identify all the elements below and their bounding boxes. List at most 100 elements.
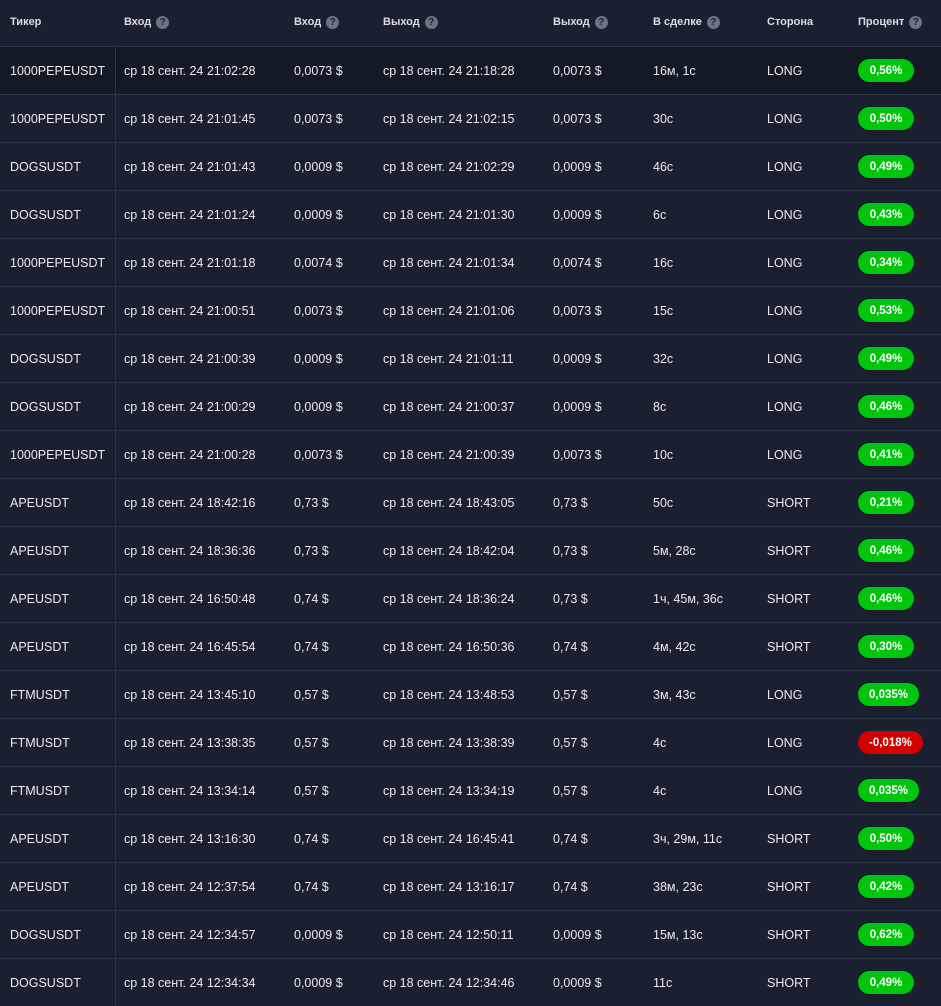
ticker-cell: DOGSUSDT (10, 159, 81, 174)
percent-badge: 0,46% (858, 539, 914, 562)
header-label: В сделке (653, 16, 702, 28)
ticker-cell: APEUSDT (10, 495, 70, 510)
side-cell: SHORT (767, 927, 811, 942)
exit-time-cell: ср 18 сент. 24 18:42:04 (383, 543, 515, 558)
entry-time-cell: ср 18 сент. 24 21:00:28 (124, 447, 256, 462)
percent-cell: 0,34% (858, 239, 914, 286)
duration-cell: 1ч, 45м, 36с (653, 591, 724, 606)
duration-cell: 46с (653, 159, 674, 174)
table-row[interactable]: APEUSDT ср 18 сент. 24 18:36:36 0,73 $ ср 1… (0, 527, 941, 575)
column-divider (115, 47, 116, 1006)
percent-badge: 0,46% (858, 395, 914, 418)
percent-cell: 0,46% (858, 383, 914, 430)
duration-cell: 4м, 42с (653, 639, 696, 654)
table-row[interactable]: DOGSUSDT ср 18 сент. 24 21:00:39 0,0009 $ с… (0, 335, 941, 383)
exit-price-cell: 0,74 $ (553, 831, 588, 846)
table-row[interactable]: DOGSUSDT ср 18 сент. 24 12:34:34 0,0009 $ с… (0, 959, 941, 1006)
table-row[interactable]: APEUSDT ср 18 сент. 24 12:37:54 0,74 $ ср 1… (0, 863, 941, 911)
table-row[interactable]: APEUSDT ср 18 сент. 24 16:45:54 0,74 $ ср 1… (0, 623, 941, 671)
header-label: Выход (553, 16, 590, 28)
table-row[interactable]: FTMUSDT ср 18 сент. 24 13:34:14 0,57 $ ср 1… (0, 767, 941, 815)
percent-badge: -0,018% (858, 731, 923, 754)
table-row[interactable]: 1000PEPEUSDT ср 18 сент. 24 21:01:18 0,007… (0, 239, 941, 287)
percent-cell: 0,21% (858, 479, 914, 526)
help-icon[interactable]: ? (424, 15, 438, 29)
table-row[interactable]: 1000PEPEUSDT ср 18 сент. 24 21:02:28 0,007… (0, 47, 941, 95)
table-row[interactable]: FTMUSDT ср 18 сент. 24 13:38:35 0,57 $ ср 1… (0, 719, 941, 767)
duration-cell: 11с (653, 975, 673, 990)
header-side[interactable]: Сторона (767, 0, 813, 44)
ticker-cell: APEUSDT (10, 879, 70, 894)
help-icon[interactable]: ? (706, 15, 720, 29)
exit-price-cell: 0,57 $ (553, 735, 588, 750)
percent-badge: 0,21% (858, 491, 914, 514)
header-exit-time[interactable]: Выход? (383, 0, 438, 44)
percent-badge: 0,43% (858, 203, 914, 226)
ticker-cell: DOGSUSDT (10, 975, 81, 990)
exit-time-cell: ср 18 сент. 24 21:02:29 (383, 159, 515, 174)
ticker-cell: APEUSDT (10, 639, 70, 654)
table-row[interactable]: APEUSDT ср 18 сент. 24 18:42:16 0,73 $ ср 1… (0, 479, 941, 527)
percent-cell: 0,56% (858, 47, 914, 94)
exit-price-cell: 0,0073 $ (553, 303, 602, 318)
entry-time-cell: ср 18 сент. 24 13:34:14 (124, 783, 256, 798)
duration-cell: 50с (653, 495, 674, 510)
side-cell: SHORT (767, 591, 811, 606)
header-entry-time[interactable]: Вход? (124, 0, 170, 44)
help-icon[interactable]: ? (909, 15, 923, 29)
exit-time-cell: ср 18 сент. 24 12:34:46 (383, 975, 515, 990)
help-icon[interactable]: ? (594, 15, 608, 29)
table-row[interactable]: DOGSUSDT ср 18 сент. 24 12:34:57 0,0009 $ с… (0, 911, 941, 959)
percent-badge: 0,53% (858, 299, 914, 322)
entry-time-cell: ср 18 сент. 24 16:50:48 (124, 591, 256, 606)
entry-time-cell: ср 18 сент. 24 21:01:24 (124, 207, 256, 222)
exit-time-cell: ср 18 сент. 24 21:02:15 (383, 111, 515, 126)
ticker-cell: 1000PEPEUSDT (10, 303, 106, 318)
ticker-cell: 1000PEPEUSDT (10, 111, 106, 126)
exit-time-cell: ср 18 сент. 24 21:01:34 (383, 255, 515, 270)
entry-time-cell: ср 18 сент. 24 13:38:35 (124, 735, 256, 750)
exit-price-cell: 0,0009 $ (553, 975, 602, 990)
side-cell: LONG (767, 303, 803, 318)
entry-price-cell: 0,0009 $ (294, 351, 343, 366)
table-row[interactable]: APEUSDT ср 18 сент. 24 13:16:30 0,74 $ ср 1… (0, 815, 941, 863)
trades-table: Тикер Вход? Вход? Выход? Выход? В сделке… (0, 0, 941, 1006)
table-row[interactable]: DOGSUSDT ср 18 сент. 24 21:01:43 0,0009 $ с… (0, 143, 941, 191)
help-icon[interactable]: ? (156, 15, 170, 29)
exit-time-cell: ср 18 сент. 24 16:50:36 (383, 639, 515, 654)
table-row[interactable]: DOGSUSDT ср 18 сент. 24 21:00:29 0,0009 $ с… (0, 383, 941, 431)
table-row[interactable]: FTMUSDT ср 18 сент. 24 13:45:10 0,57 $ ср 1… (0, 671, 941, 719)
exit-price-cell: 0,73 $ (553, 591, 588, 606)
percent-cell: 0,46% (858, 527, 914, 574)
side-cell: LONG (767, 159, 803, 174)
header-ticker[interactable]: Тикер (10, 0, 41, 44)
table-row[interactable]: 1000PEPEUSDT ср 18 сент. 24 21:00:28 0,007… (0, 431, 941, 479)
duration-cell: 32с (653, 351, 674, 366)
header-percent[interactable]: Процент? (858, 0, 923, 44)
exit-price-cell: 0,73 $ (553, 495, 588, 510)
side-cell: LONG (767, 735, 803, 750)
table-row[interactable]: 1000PEPEUSDT ср 18 сент. 24 21:01:45 0,007… (0, 95, 941, 143)
percent-cell: 0,50% (858, 815, 914, 862)
entry-time-cell: ср 18 сент. 24 12:37:54 (124, 879, 256, 894)
exit-price-cell: 0,74 $ (553, 879, 588, 894)
header-label: Вход (124, 16, 152, 28)
duration-cell: 6с (653, 207, 667, 222)
ticker-cell: 1000PEPEUSDT (10, 63, 106, 78)
header-duration[interactable]: В сделке? (653, 0, 720, 44)
header-exit-price[interactable]: Выход? (553, 0, 608, 44)
table-row[interactable]: 1000PEPEUSDT ср 18 сент. 24 21:00:51 0,007… (0, 287, 941, 335)
percent-cell: 0,30% (858, 623, 914, 670)
table-row[interactable]: DOGSUSDT ср 18 сент. 24 21:01:24 0,0009 $ с… (0, 191, 941, 239)
table-row[interactable]: APEUSDT ср 18 сент. 24 16:50:48 0,74 $ ср 1… (0, 575, 941, 623)
duration-cell: 30с (653, 111, 674, 126)
percent-badge: 0,34% (858, 251, 914, 274)
help-icon[interactable]: ? (326, 15, 340, 29)
percent-cell: 0,49% (858, 959, 914, 1006)
duration-cell: 5м, 28с (653, 543, 696, 558)
entry-price-cell: 0,74 $ (294, 879, 329, 894)
percent-cell: 0,035% (858, 671, 920, 718)
entry-price-cell: 0,57 $ (294, 735, 329, 750)
header-entry-price[interactable]: Вход? (294, 0, 340, 44)
percent-cell: 0,49% (858, 143, 914, 190)
